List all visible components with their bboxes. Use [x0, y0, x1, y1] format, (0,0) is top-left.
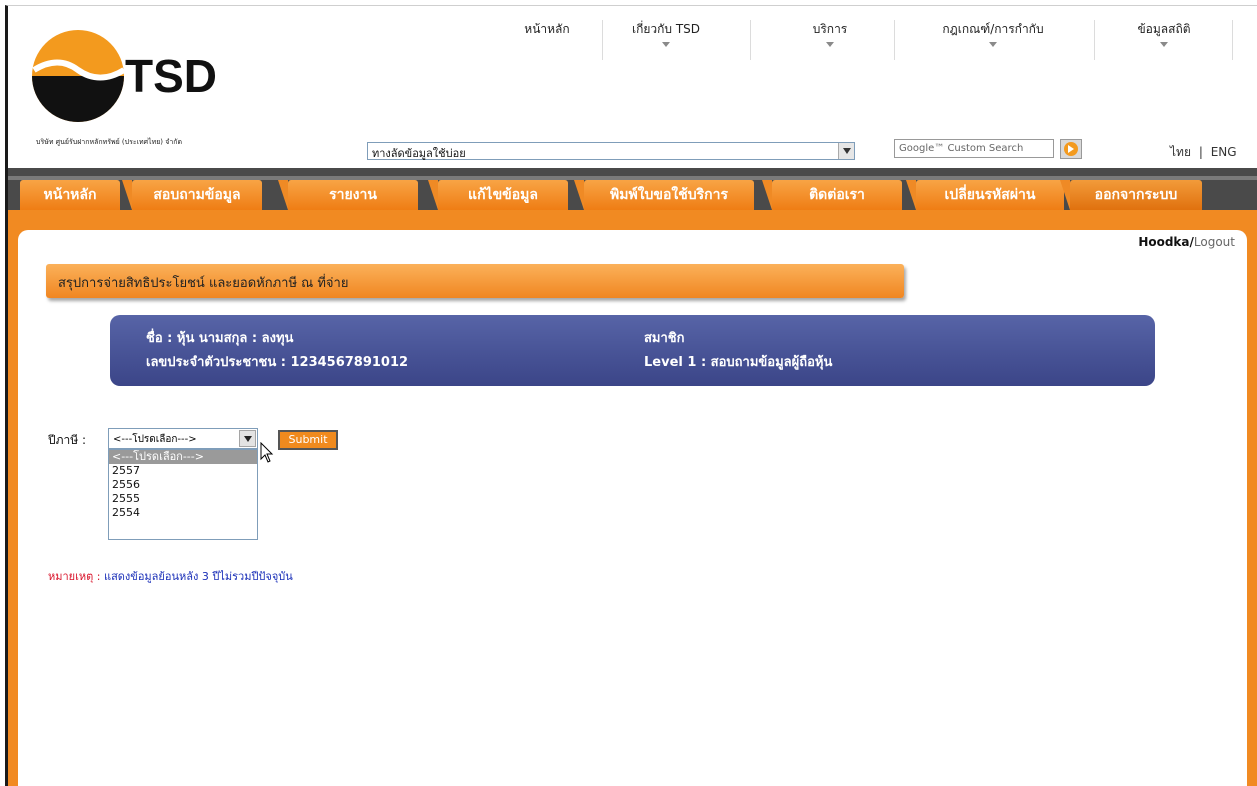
- topnav-divider: [602, 20, 603, 60]
- note-label: หมายเหตุ :: [48, 570, 101, 583]
- dropdown-arrow-icon: [989, 42, 997, 47]
- topnav-services-label: บริการ: [812, 22, 848, 36]
- topnav-about[interactable]: เกี่ยวกับ TSD: [610, 20, 722, 47]
- topnav-divider: [1232, 20, 1233, 60]
- main-navbar: หน้าหลัก สอบถามข้อมูล รายงาน แก้ไขข้อมูล…: [8, 168, 1257, 214]
- tax-year-label: ปีภาษี :: [48, 433, 87, 447]
- member-type: สมาชิก: [644, 331, 685, 346]
- arrow-right-icon: [1064, 142, 1078, 156]
- topnav-divider: [894, 20, 895, 60]
- tab-logout[interactable]: ออกจากระบบ: [1060, 180, 1202, 210]
- search-placeholder: Google™ Custom Search: [899, 143, 1024, 154]
- tab-report[interactable]: รายงาน: [278, 180, 418, 210]
- mouse-cursor-icon: [260, 442, 274, 463]
- user-status: Hoodka/Logout: [1138, 235, 1235, 249]
- tsd-logo: TSD: [32, 30, 217, 122]
- tab-contact[interactable]: ติดต่อเรา: [762, 180, 902, 210]
- tax-year-select[interactable]: <---โปรดเลือก--->: [108, 428, 258, 449]
- lang-eng-link[interactable]: ENG: [1211, 145, 1237, 159]
- shortcut-select-value: ทางลัดข้อมูลใช้บ่อย: [372, 147, 466, 160]
- tax-year-option[interactable]: 2555: [109, 492, 257, 506]
- search-button[interactable]: [1060, 139, 1082, 159]
- member-name: ชื่อ : หุ้น นามสกุล : ลงทุน: [146, 331, 294, 346]
- tax-year-option[interactable]: 2554: [109, 506, 257, 520]
- tab-print-form[interactable]: พิมพ์ใบขอใช้บริการ: [574, 180, 754, 210]
- tax-year-options: <---โปรดเลือก---> 2557 2556 2555 2554: [108, 449, 258, 540]
- note-text: แสดงข้อมูลย้อนหลัง 3 ปีไม่รวมปีปัจจุบัน: [103, 570, 293, 583]
- shortcut-select[interactable]: ทางลัดข้อมูลใช้บ่อย: [367, 142, 855, 160]
- note: หมายเหตุ : แสดงข้อมูลย้อนหลัง 3 ปีไม่รวม…: [48, 567, 293, 585]
- topnav-services[interactable]: บริการ: [780, 20, 880, 47]
- chevron-down-icon[interactable]: [239, 430, 256, 447]
- dropdown-arrow-icon: [826, 42, 834, 47]
- logout-link[interactable]: Logout: [1194, 235, 1235, 249]
- tax-year-option[interactable]: 2557: [109, 464, 257, 478]
- tax-year-option[interactable]: <---โปรดเลือก--->: [109, 450, 257, 464]
- topnav-home[interactable]: หน้าหลัก: [498, 20, 596, 39]
- language-switcher: ไทย | ENG: [1168, 143, 1239, 162]
- tab-change-password[interactable]: เปลี่ยนรหัสผ่าน: [906, 180, 1064, 210]
- tab-inquiry[interactable]: สอบถามข้อมูล: [122, 180, 262, 210]
- dropdown-arrow-icon: [1160, 42, 1168, 47]
- top-navigation: หน้าหลัก เกี่ยวกับ TSD บริการ กฎเกณฑ์/กา…: [498, 20, 1238, 60]
- tax-year-option[interactable]: 2556: [109, 478, 257, 492]
- topnav-statistics[interactable]: ข้อมูลสถิติ: [1114, 20, 1214, 47]
- content-panel: Hoodka/Logout สรุปการจ่ายสิทธิประโยชน์ แ…: [18, 230, 1247, 786]
- topnav-divider: [1094, 20, 1095, 60]
- svg-text:TSD: TSD: [125, 50, 217, 102]
- topnav-regulation-label: กฎเกณฑ์/การกำกับ: [942, 22, 1044, 36]
- topnav-regulation[interactable]: กฎเกณฑ์/การกำกับ: [918, 20, 1068, 47]
- member-info-box: ชื่อ : หุ้น นามสกุล : ลงทุน เลขประจำตัวป…: [110, 315, 1155, 386]
- topnav-statistics-label: ข้อมูลสถิติ: [1137, 22, 1191, 36]
- topnav-home-label: หน้าหลัก: [524, 22, 570, 36]
- chevron-down-icon[interactable]: [838, 143, 854, 159]
- page-title: สรุปการจ่ายสิทธิประโยชน์ และยอดหักภาษี ณ…: [46, 264, 904, 298]
- google-search-input[interactable]: Google™ Custom Search: [894, 139, 1054, 158]
- member-level: Level 1 : สอบถามข้อมูลผู้ถือหุ้น: [644, 355, 833, 370]
- tab-edit-info[interactable]: แก้ไขข้อมูล: [428, 180, 568, 210]
- topnav-divider: [750, 20, 751, 60]
- lang-thai-link[interactable]: ไทย: [1170, 145, 1191, 159]
- username: Hoodka: [1138, 235, 1190, 249]
- submit-button[interactable]: Submit: [278, 430, 338, 450]
- member-id-card: เลขประจำตัวประชาชน : 1234567891012: [146, 355, 409, 370]
- lang-separator: |: [1198, 145, 1203, 159]
- company-name: บริษัท ศูนย์รับฝากหลักทรัพย์ (ประเทศไทย)…: [36, 138, 183, 146]
- dropdown-arrow-icon: [662, 42, 670, 47]
- topnav-about-label: เกี่ยวกับ TSD: [631, 22, 701, 36]
- tax-year-selected: <---โปรดเลือก--->: [113, 434, 197, 445]
- tab-home[interactable]: หน้าหลัก: [20, 180, 120, 210]
